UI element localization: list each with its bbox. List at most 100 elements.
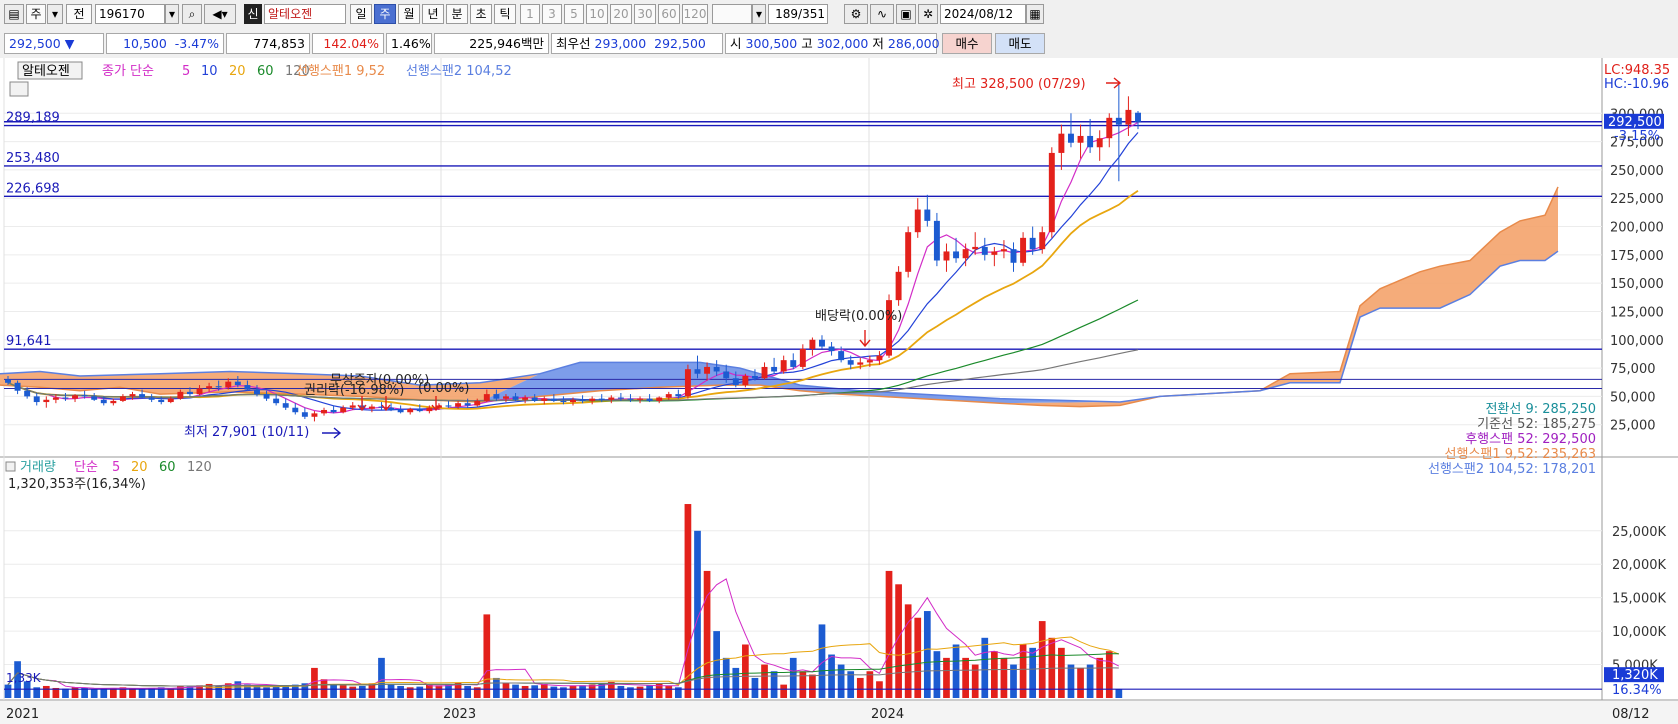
candle-body-90 (866, 360, 873, 363)
legend-ma-10: 10 (201, 64, 218, 79)
calendar-icon[interactable]: ▦ (1026, 4, 1044, 24)
period-tab-1[interactable]: 주 (374, 4, 396, 24)
candle-body-98 (943, 251, 950, 261)
quote-bar: 292,500 ▼ 10,500 -3.47% 774,853 142.04% … (0, 30, 1678, 59)
candle-body-113 (1087, 135, 1094, 148)
candle-body-108 (1039, 232, 1046, 250)
time-label-0: 2021 (6, 707, 39, 722)
low-annotation: 최저 27,901 (10/11) (184, 425, 309, 440)
candle-body-71 (684, 369, 691, 397)
chevron-down-icon[interactable]: ▾ (47, 4, 63, 24)
prev-button[interactable]: 전 (66, 4, 92, 24)
candle-type-icon[interactable]: ⚙ (844, 4, 868, 24)
volume-bar-10 (100, 688, 108, 698)
candle-body-52 (502, 396, 509, 399)
data-count-current: 189 (775, 7, 799, 21)
sell-button[interactable]: 매도 (995, 33, 1045, 54)
interval-button-1[interactable]: 1 (520, 4, 540, 24)
candle-body-43 (416, 408, 423, 412)
candle-body-63 (608, 397, 615, 400)
level-label-0: 289,189 (6, 111, 60, 126)
price-tick-7: 125,000 (1610, 305, 1664, 320)
price-tick-8: 100,000 (1610, 334, 1664, 349)
volume-legend-title: 거래량 (20, 460, 56, 475)
candle-body-58 (560, 400, 567, 403)
indicator-icon[interactable]: ∿ (870, 4, 894, 24)
period-tab-3[interactable]: 년 (422, 4, 444, 24)
volume-legend-ma-60: 60 (159, 460, 176, 475)
candle-body-115 (1106, 117, 1113, 139)
candle-body-36 (349, 405, 356, 408)
candle-body-42 (407, 408, 414, 413)
candle-body-38 (368, 406, 375, 409)
time-label-2: 2024 (871, 707, 904, 722)
volume-tick-0: 25,000K (1612, 525, 1666, 540)
interval-button-3[interactable]: 3 (542, 4, 562, 24)
best-ask: 293,000 (594, 36, 647, 51)
price-chart[interactable]: 289,189253,480226,69891,641 300,000275,0… (0, 58, 1678, 724)
buy-button[interactable]: 매수 (942, 33, 992, 54)
volume-bar-26 (253, 685, 261, 698)
blank-select[interactable] (712, 4, 752, 24)
volume-legend-ma-20: 20 (131, 460, 148, 475)
candle-body-24 (234, 381, 241, 386)
candle-body-86 (828, 346, 835, 352)
interval-button-20[interactable]: 20 (610, 4, 632, 24)
volume-ratio: 142.04% (312, 33, 384, 54)
speaker-icon[interactable]: ◀▾ (204, 4, 236, 24)
candle-body-60 (579, 399, 586, 401)
volume-bar-52 (502, 683, 510, 698)
code-dropdown-icon[interactable]: ▾ (165, 4, 179, 24)
save-icon[interactable]: ▣ (896, 4, 916, 24)
volume-bar-97 (933, 651, 941, 698)
volume-bar-82 (789, 657, 797, 698)
volume-bar-54 (521, 685, 529, 698)
interval-button-30[interactable]: 30 (634, 4, 656, 24)
volume-bar-37 (358, 685, 366, 698)
candle-body-81 (780, 360, 787, 372)
search-icon[interactable]: ⌕ (182, 4, 202, 24)
period-type-select[interactable]: 주 (26, 4, 46, 24)
candle-body-72 (694, 369, 701, 374)
stock-code-input[interactable]: 196170 (95, 4, 165, 24)
time-axis-background (0, 701, 1678, 724)
price-change: 10,500 -3.47% (106, 33, 224, 54)
volume-bar-13 (129, 688, 136, 698)
gear-icon[interactable]: ✲ (918, 4, 938, 24)
volume-bar-28 (272, 686, 280, 698)
candle-body-84 (809, 339, 816, 349)
volume-tick-3: 10,000K (1612, 625, 1666, 640)
layout-icon[interactable]: ▤ (4, 4, 24, 24)
period-tab-4[interactable]: 분 (446, 4, 468, 24)
candle-body-57 (550, 398, 557, 401)
candle-body-94 (905, 232, 912, 272)
low-label: 저 (872, 36, 884, 51)
low-value: 286,000 (887, 36, 940, 51)
date-input[interactable]: 2024/08/12 (940, 4, 1026, 24)
stock-name-field[interactable]: 알테오젠 (264, 4, 346, 24)
volume-bar-39 (378, 657, 385, 698)
candle-body-93 (895, 271, 902, 301)
interval-button-10[interactable]: 10 (586, 4, 608, 24)
interval-button-5[interactable]: 5 (564, 4, 584, 24)
blank-dropdown-icon[interactable]: ▾ (752, 4, 766, 24)
period-tab-0[interactable]: 일 (350, 4, 372, 24)
volume-bar-112 (1077, 667, 1084, 698)
period-tab-6[interactable]: 틱 (494, 4, 516, 24)
volume-bar-67 (646, 685, 653, 698)
period-tab-2[interactable]: 월 (398, 4, 420, 24)
candle-body-101 (972, 246, 979, 250)
candle-body-41 (397, 409, 404, 413)
candle-body-20 (196, 388, 203, 395)
high-label: 고 (801, 36, 813, 51)
legend-ma-20: 20 (229, 64, 246, 79)
candle-body-31 (301, 412, 308, 417)
data-count-field[interactable]: 189/351 (768, 4, 828, 24)
volume-bar-76 (732, 667, 740, 698)
interval-button-60[interactable]: 60 (658, 4, 680, 24)
candle-body-2 (24, 390, 31, 397)
ichimoku-readout-3: 선행스팬1 9,52: 235,263 (1445, 446, 1596, 462)
interval-button-120[interactable]: 120 (682, 4, 708, 24)
period-tab-5[interactable]: 초 (470, 4, 492, 24)
volume-bar-98 (943, 657, 950, 698)
